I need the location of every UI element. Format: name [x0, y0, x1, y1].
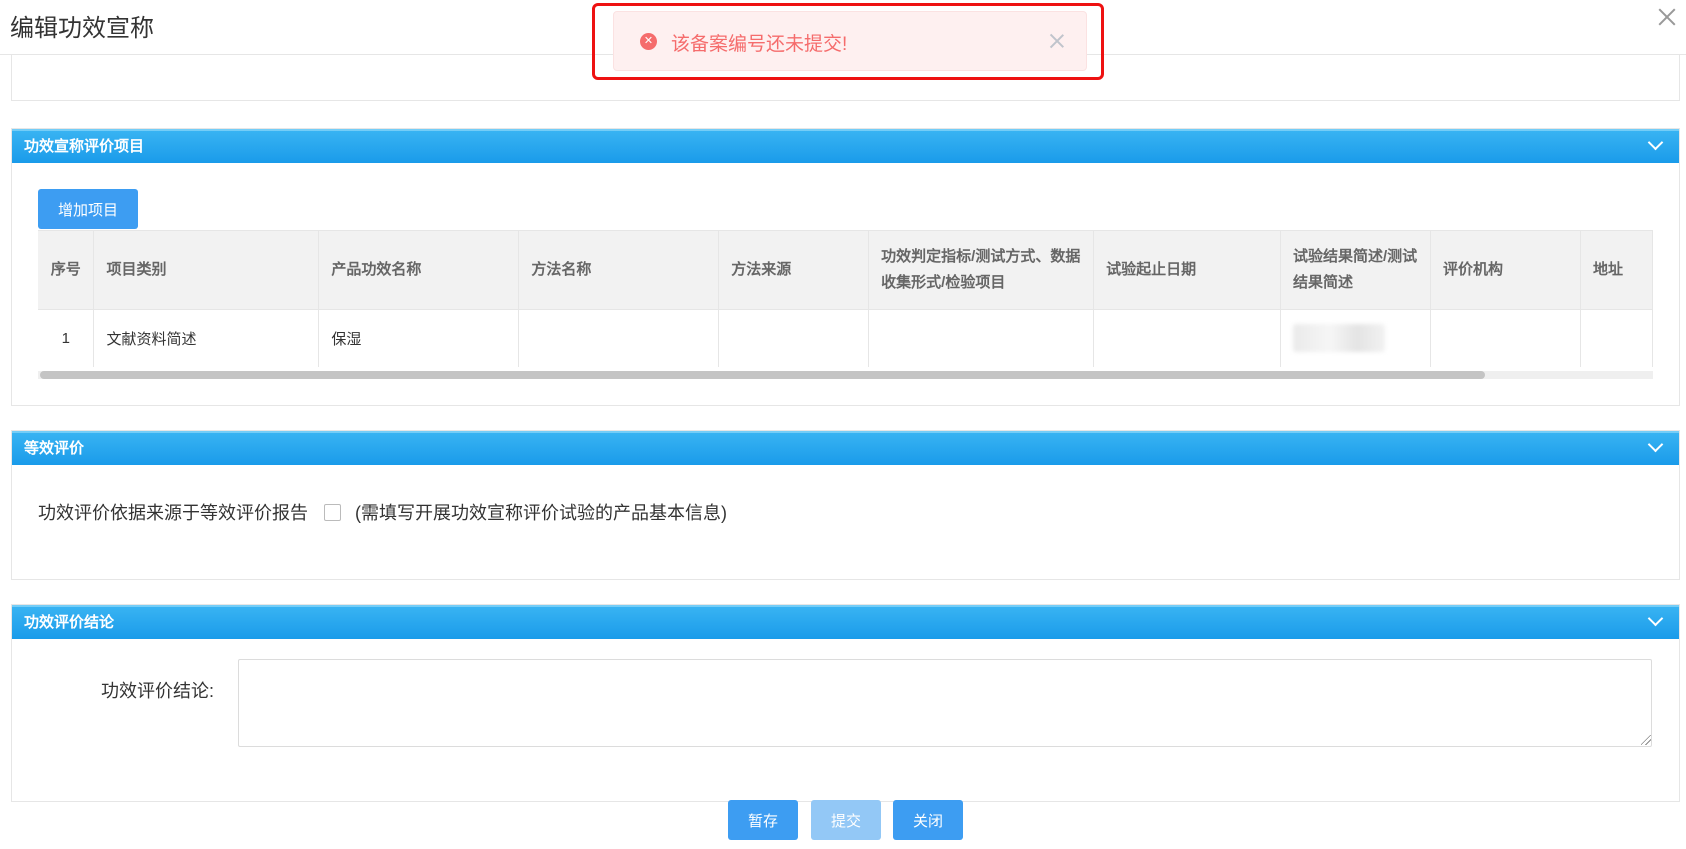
evaluation-items-title: 功效宣称评价项目 — [24, 138, 145, 155]
cell-indicator — [868, 308, 1095, 367]
submit-button[interactable]: 提交 — [811, 800, 881, 840]
table-header-row: 序号 项目类别 产品功效名称 方法名称 方法来源 功效判定指标/测试方式、数据收… — [38, 231, 1653, 309]
table-row[interactable]: 1 文献资料简述 保湿 — [38, 308, 1653, 367]
equivalent-evaluation-title: 等效评价 — [24, 440, 85, 457]
col-header-efficacy-name: 产品功效名称 — [318, 231, 520, 309]
conclusion-textarea[interactable] — [238, 659, 1652, 747]
save-draft-button[interactable]: 暂存 — [728, 800, 798, 840]
col-header-address: 地址 — [1580, 231, 1653, 309]
cell-institution — [1430, 308, 1581, 367]
error-toast: ✕ 该备案编号还未提交! — [613, 11, 1087, 71]
col-header-category: 项目类别 — [93, 231, 320, 309]
col-header-institution: 评价机构 — [1430, 231, 1581, 309]
cell-index: 1 — [38, 308, 95, 367]
cell-dates — [1093, 308, 1282, 367]
col-header-method-source: 方法来源 — [718, 231, 870, 309]
equivalent-evaluation-section: 等效评价 功效评价依据来源于等效评价报告 (需填写开展功效宣称评价试验的产品基本信… — [11, 430, 1680, 580]
error-circle-icon: ✕ — [640, 33, 657, 50]
redacted-text — [1293, 324, 1386, 353]
toast-message: 该备案编号还未提交! — [671, 34, 848, 55]
conclusion-header[interactable]: 功效评价结论 — [12, 605, 1679, 639]
cell-efficacy-name: 保湿 — [318, 308, 520, 367]
cell-method-source — [718, 308, 870, 367]
horizontal-scrollbar[interactable] — [38, 371, 1653, 379]
equivalent-evaluation-header[interactable]: 等效评价 — [12, 431, 1679, 465]
chevron-down-icon[interactable] — [1647, 610, 1664, 627]
evaluation-items-section: 功效宣称评价项目 增加项目 序号 项目类别 产品功效名称 方法名称 方法来源 功… — [11, 128, 1680, 406]
col-header-result: 试验结果简述/测试结果简述 — [1280, 231, 1431, 309]
col-header-method-name: 方法名称 — [518, 231, 720, 309]
conclusion-title: 功效评价结论 — [24, 614, 115, 631]
cell-result-redacted — [1280, 308, 1431, 367]
equivalent-checkbox[interactable] — [324, 504, 341, 521]
cell-address — [1580, 308, 1653, 367]
toast-close-icon[interactable] — [1048, 32, 1066, 50]
col-header-index: 序号 — [38, 231, 95, 309]
equivalent-checkbox-row: 功效评价依据来源于等效评价报告 (需填写开展功效宣称评价试验的产品基本信息) — [38, 499, 727, 525]
conclusion-label: 功效评价结论: — [101, 681, 215, 701]
scrollbar-thumb[interactable] — [40, 371, 1485, 379]
close-icon[interactable] — [1656, 6, 1678, 28]
resize-handle-icon[interactable] — [1641, 735, 1651, 745]
equivalent-checkbox-label: 功效评价依据来源于等效评价报告 — [38, 503, 308, 523]
close-button[interactable]: 关闭 — [893, 800, 963, 840]
evaluation-items-table: 序号 项目类别 产品功效名称 方法名称 方法来源 功效判定指标/测试方式、数据收… — [38, 230, 1653, 379]
add-item-button[interactable]: 增加项目 — [38, 189, 138, 229]
conclusion-section: 功效评价结论 功效评价结论: — [11, 604, 1680, 802]
chevron-down-icon[interactable] — [1647, 436, 1664, 453]
equivalent-hint: (需填写开展功效宣称评价试验的产品基本信息) — [355, 503, 727, 523]
dialog-title: 编辑功效宣称 — [10, 15, 154, 42]
evaluation-items-header[interactable]: 功效宣称评价项目 — [12, 129, 1679, 163]
col-header-indicator: 功效判定指标/测试方式、数据收集形式/检验项目 — [868, 231, 1095, 309]
col-header-dates: 试验起止日期 — [1093, 231, 1282, 309]
cell-category: 文献资料简述 — [93, 308, 320, 367]
chevron-down-icon[interactable] — [1647, 134, 1664, 151]
cell-method-name — [518, 308, 720, 367]
